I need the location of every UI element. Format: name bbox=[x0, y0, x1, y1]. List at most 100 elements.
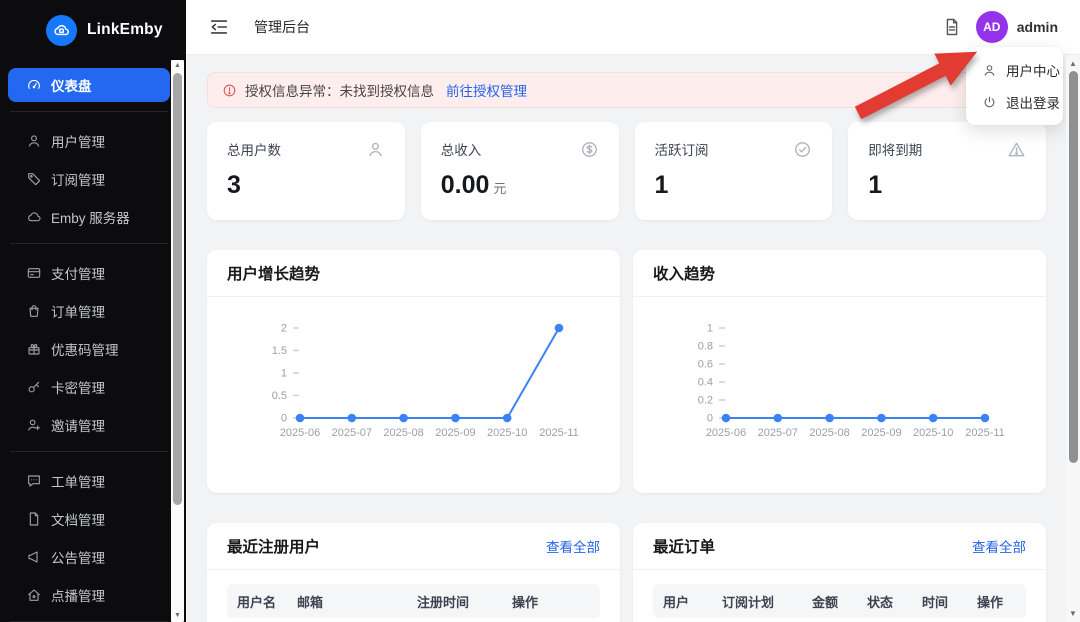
sidebar-nav: 仪表盘用户管理订阅管理 Emby 服务器支付管理订单管理优惠码管理卡密管理邀请管理… bbox=[0, 58, 186, 622]
document-icon[interactable] bbox=[942, 17, 962, 37]
data-point[interactable] bbox=[929, 414, 938, 423]
stat-value: 0.00元 bbox=[441, 171, 599, 200]
sidebar-item-chat[interactable]: 工单管理 bbox=[8, 464, 170, 498]
stat-card-head: 总收入 bbox=[441, 139, 599, 159]
stat-cards: 总用户数3总收入0.00元活跃订阅1即将到期1 bbox=[207, 122, 1046, 220]
table-column-header: 邮箱 bbox=[287, 592, 407, 611]
sidebar-item-cloud[interactable]: Emby 服务器 bbox=[8, 200, 170, 234]
data-point[interactable] bbox=[555, 324, 564, 333]
sidebar-item-tag[interactable]: 订阅管理 bbox=[8, 162, 170, 196]
credit-card-icon bbox=[26, 265, 42, 281]
data-point[interactable] bbox=[451, 414, 460, 423]
data-point[interactable] bbox=[503, 414, 512, 423]
sidebar-item-shopping-bag[interactable]: 订单管理 bbox=[8, 294, 170, 328]
data-point[interactable] bbox=[399, 414, 408, 423]
y-tick-label: 1.5 bbox=[272, 345, 287, 357]
table-column-header: 状态 bbox=[857, 592, 912, 611]
sidebar-item-label: 仪表盘 bbox=[51, 75, 92, 95]
logout-icon bbox=[982, 95, 997, 110]
user-chip[interactable]: AD admin bbox=[976, 11, 1058, 43]
stat-label: 总收入 bbox=[441, 139, 482, 159]
cloud-icon bbox=[26, 209, 42, 225]
sidebar-item-megaphone[interactable]: 公告管理 bbox=[8, 540, 170, 574]
stat-card: 即将到期1 bbox=[848, 122, 1046, 220]
table-column-header: 注册时间 bbox=[407, 592, 502, 611]
cloud-logo-icon bbox=[46, 15, 77, 46]
sidebar-scrollbar[interactable]: ▲ ▼ bbox=[171, 60, 184, 622]
check-circle-icon bbox=[793, 140, 812, 159]
x-tick-label: 2025-07 bbox=[332, 427, 372, 439]
sidebar-item-users[interactable]: 用户管理 bbox=[8, 124, 170, 158]
sidebar-item-dashboard[interactable]: 仪表盘 bbox=[8, 68, 170, 102]
topbar-right: AD admin bbox=[942, 11, 1058, 43]
x-tick-label: 2025-06 bbox=[706, 427, 746, 439]
sidebar-item-user-plus[interactable]: 邀请管理 bbox=[8, 408, 170, 442]
sidebar-item-credit-card[interactable]: 支付管理 bbox=[8, 256, 170, 290]
x-tick-label: 2025-06 bbox=[280, 427, 320, 439]
user-menu-item-profile[interactable]: 用户中心 bbox=[966, 54, 1063, 86]
sidebar-item-key[interactable]: 卡密管理 bbox=[8, 370, 170, 404]
x-tick-label: 2025-07 bbox=[758, 427, 798, 439]
sidebar-divider bbox=[10, 451, 168, 452]
x-tick-label: 2025-10 bbox=[913, 427, 953, 439]
sidebar-item-label: 用户管理 bbox=[51, 131, 105, 151]
y-tick-label: 0.2 bbox=[698, 395, 713, 407]
x-tick-label: 2025-08 bbox=[809, 427, 849, 439]
panel-head: 最近订单 查看全部 bbox=[633, 523, 1046, 570]
avatar[interactable]: AD bbox=[976, 11, 1008, 43]
data-point[interactable] bbox=[981, 414, 990, 423]
data-point[interactable] bbox=[877, 414, 886, 423]
y-tick-label: 0 bbox=[707, 413, 713, 425]
sidebar-item-label: 工单管理 bbox=[51, 471, 105, 491]
table-header-row: 用户订阅计划金额状态时间操作 bbox=[653, 584, 1026, 618]
x-tick-label: 2025-11 bbox=[539, 427, 579, 439]
table-panel: 最近注册用户查看全部用户名邮箱注册时间操作 bbox=[207, 523, 620, 622]
shopping-bag-icon bbox=[26, 303, 42, 319]
scroll-up-icon[interactable]: ▲ bbox=[1066, 57, 1080, 70]
chart-line bbox=[300, 328, 559, 418]
sidebar: LinkEmby 仪表盘用户管理订阅管理Emby 服务器支付管理订单管理优惠码管… bbox=[0, 0, 186, 622]
scroll-up-icon[interactable]: ▲ bbox=[171, 60, 184, 72]
dashboard-icon bbox=[26, 77, 42, 93]
sidebar-scrollbar-thumb[interactable] bbox=[173, 73, 182, 505]
data-point[interactable] bbox=[774, 414, 783, 423]
sidebar-item-home[interactable]: 点播管理 bbox=[8, 578, 170, 612]
view-all-link[interactable]: 查看全部 bbox=[972, 536, 1026, 556]
scroll-down-icon[interactable]: ▼ bbox=[1066, 607, 1080, 620]
sidebar-item-gift[interactable]: 优惠码管理 bbox=[8, 332, 170, 366]
stat-card: 活跃订阅1 bbox=[635, 122, 833, 220]
view-all-link[interactable]: 查看全部 bbox=[546, 536, 600, 556]
data-point[interactable] bbox=[296, 414, 305, 423]
chart-panel: 用户增长趋势00.511.522025-062025-072025-082025… bbox=[207, 250, 620, 493]
y-tick-label: 0.4 bbox=[698, 377, 713, 389]
data-point[interactable] bbox=[722, 414, 731, 423]
alert-link[interactable]: 前往授权管理 bbox=[446, 80, 527, 100]
data-point[interactable] bbox=[825, 414, 834, 423]
page-scrollbar[interactable]: ▲ ▼ bbox=[1066, 55, 1080, 622]
table-header-row: 用户名邮箱注册时间操作 bbox=[227, 584, 600, 618]
table-panel: 最近订单 查看全部用户订阅计划金额状态时间操作 bbox=[633, 523, 1046, 622]
user-menu-item-logout[interactable]: 退出登录 bbox=[966, 86, 1063, 118]
page-scrollbar-thumb[interactable] bbox=[1069, 71, 1078, 463]
data-point[interactable] bbox=[348, 414, 357, 423]
sidebar-item-file[interactable]: 文档管理 bbox=[8, 502, 170, 536]
user-menu-item-label: 用户中心 bbox=[1006, 60, 1060, 80]
x-tick-label: 2025-09 bbox=[435, 427, 475, 439]
scroll-down-icon[interactable]: ▼ bbox=[171, 610, 184, 622]
y-tick-label: 0 bbox=[281, 413, 287, 425]
table-title: 最近订单 bbox=[653, 535, 715, 557]
menu-fold-icon[interactable] bbox=[208, 16, 230, 38]
warning-triangle-icon bbox=[1007, 140, 1026, 159]
alert-circle-icon bbox=[222, 83, 237, 98]
line-chart: 00.511.522025-062025-072025-082025-09202… bbox=[207, 297, 620, 493]
sidebar-item-label: 邀请管理 bbox=[51, 415, 105, 435]
tag-icon bbox=[26, 171, 42, 187]
panel-head: 收入趋势 bbox=[633, 250, 1046, 297]
table-column-header: 时间 bbox=[912, 592, 967, 611]
main-content: 授权信息异常：未找到授权信息 前往授权管理 总用户数3总收入0.00元活跃订阅1… bbox=[186, 55, 1080, 622]
table-column-header: 金额 bbox=[802, 592, 857, 611]
table-column-header: 用户名 bbox=[227, 592, 287, 611]
sidebar-item-label: 点播管理 bbox=[51, 585, 105, 605]
alert-message: 授权信息异常：未找到授权信息 bbox=[245, 80, 434, 100]
chat-icon bbox=[26, 473, 42, 489]
